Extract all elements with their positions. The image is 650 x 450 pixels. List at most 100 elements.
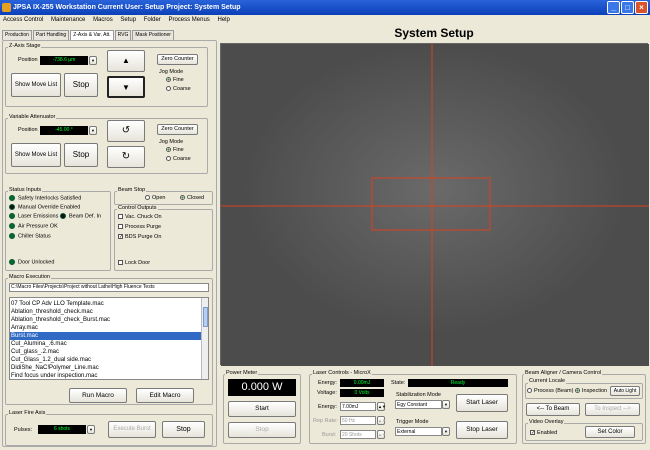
zaxis-units-dropdown[interactable]: ▼ bbox=[89, 56, 97, 65]
pulses-display[interactable]: 6 shots bbox=[38, 425, 86, 434]
macro-list-item[interactable]: Cut_glass_.2.mac bbox=[10, 348, 202, 356]
rep-rate-stepper[interactable]: ▲▼ bbox=[377, 416, 386, 425]
lock-door-toggle[interactable]: Lock Door bbox=[118, 260, 150, 266]
process-purge-checkbox[interactable] bbox=[118, 224, 123, 230]
zaxis-zero-counter-button[interactable]: Zero Counter bbox=[157, 54, 198, 65]
beam-stop-open[interactable]: Open bbox=[145, 195, 165, 201]
macro-list-item[interactable]: Burst.mac bbox=[10, 332, 202, 340]
overlay-enabled-toggle[interactable]: ✓ Enabled bbox=[530, 430, 557, 436]
auto-light-button[interactable]: Auto Light bbox=[610, 386, 640, 396]
zaxis-jog-fine[interactable]: Fine bbox=[166, 77, 184, 83]
macro-list-item[interactable]: Array.mac bbox=[10, 324, 202, 332]
page-title: System Setup bbox=[394, 26, 474, 40]
close-button[interactable]: × bbox=[635, 1, 648, 14]
stop-laser-button[interactable]: Stop Laser bbox=[456, 421, 508, 439]
beam-stop-closed-radio[interactable] bbox=[180, 195, 185, 201]
minimize-button[interactable]: _ bbox=[607, 1, 620, 14]
run-macro-button[interactable]: Run Macro bbox=[69, 388, 127, 403]
locale-process[interactable]: Process (Beam) bbox=[527, 388, 573, 394]
energy-set-input[interactable]: 7.00mJ bbox=[340, 402, 376, 411]
energy-set-label: Energy: bbox=[318, 404, 337, 410]
attenuator-rotate-ccw-button[interactable]: ↺ bbox=[107, 120, 145, 142]
macro-list-item[interactable]: 07 Tool CP Adv LLO Template.mac bbox=[10, 300, 202, 308]
attenuator-jog-fine[interactable]: Fine bbox=[166, 147, 184, 153]
power-meter-start-button[interactable]: Start bbox=[228, 401, 296, 417]
process-purge-toggle[interactable]: Process Purge bbox=[118, 224, 161, 230]
zaxis-show-move-list-button[interactable]: Show Move List bbox=[11, 73, 61, 97]
menu-process-menus[interactable]: Process Menus bbox=[168, 17, 209, 23]
zaxis-stop-button[interactable]: Stop bbox=[64, 73, 98, 97]
beam-stop-closed[interactable]: Closed bbox=[180, 195, 204, 201]
to-inspect-button[interactable]: To Inspect --> bbox=[585, 403, 640, 416]
state-label: State: bbox=[391, 380, 406, 386]
menu-maintenance[interactable]: Maintenance bbox=[51, 17, 85, 23]
macro-list-item[interactable]: Ablation_threshold_check.mac bbox=[10, 308, 202, 316]
trigger-mode-dropdown[interactable]: ▼ bbox=[442, 427, 450, 436]
zaxis-fine-radio[interactable] bbox=[166, 77, 171, 83]
attenuator-show-move-list-button[interactable]: Show Move List bbox=[11, 143, 61, 167]
attenuator-jog-coarse[interactable]: Coarse bbox=[166, 156, 191, 162]
menu-macros[interactable]: Macros bbox=[93, 17, 113, 23]
to-beam-button[interactable]: <-- To Beam bbox=[526, 403, 580, 416]
energy-set-stepper[interactable]: ▲▼ bbox=[377, 402, 386, 411]
zaxis-jog-coarse[interactable]: Coarse bbox=[166, 86, 191, 92]
stab-mode-dropdown[interactable]: ▼ bbox=[442, 400, 450, 409]
burst-input[interactable]: 20 Shots bbox=[340, 430, 376, 439]
pulses-dropdown[interactable]: ▼ bbox=[87, 425, 95, 434]
vac-chuck-toggle[interactable]: Vac. Chuck On bbox=[118, 214, 162, 220]
tab-zaxis-var-att[interactable]: Z-Axis & Var. Att. bbox=[70, 30, 114, 40]
beam-stop-open-radio[interactable] bbox=[145, 195, 150, 201]
app-icon bbox=[2, 3, 11, 12]
status-air-label: Air Pressure OK bbox=[18, 223, 58, 230]
macro-path-field[interactable]: C:\Macro Files\Projects\Project without … bbox=[9, 283, 209, 292]
attenuator-coarse-radio[interactable] bbox=[166, 156, 171, 162]
locale-inspection-radio[interactable] bbox=[575, 388, 580, 394]
locale-inspection[interactable]: Inspection bbox=[575, 388, 607, 394]
tab-mask-positioner[interactable]: Mask Positioner bbox=[132, 30, 174, 40]
locale-process-radio[interactable] bbox=[527, 388, 532, 394]
burst-stepper[interactable]: ▲▼ bbox=[377, 430, 386, 439]
maximize-button[interactable]: □ bbox=[621, 1, 634, 14]
burst-label: Burst: bbox=[322, 432, 337, 438]
macro-list[interactable]: 07 Tool CP Adv LLO Template.mac Ablation_… bbox=[9, 297, 209, 380]
set-color-button[interactable]: Set Color bbox=[585, 426, 635, 438]
menu-access-control[interactable]: Access Control bbox=[3, 17, 43, 23]
zaxis-coarse-radio[interactable] bbox=[166, 86, 171, 92]
macro-list-item[interactable]: DidiShe_NaC!Polymer_Line.mac bbox=[10, 364, 202, 372]
overlay-enabled-checkbox[interactable]: ✓ bbox=[530, 430, 535, 436]
menu-help[interactable]: Help bbox=[217, 17, 229, 23]
macro-list-item[interactable]: Cut_Glass_1.2_dual side.mac bbox=[10, 356, 202, 364]
bds-purge-toggle[interactable]: ✓ BDS Purge On bbox=[118, 234, 161, 240]
macro-list-item[interactable]: Find focus under inspection.mac bbox=[10, 372, 202, 379]
tab-rvg[interactable]: RVG bbox=[114, 30, 132, 40]
trigger-mode-select[interactable]: External bbox=[395, 427, 442, 436]
lock-door-checkbox[interactable] bbox=[118, 260, 123, 266]
bds-purge-checkbox[interactable]: ✓ bbox=[118, 234, 123, 240]
attenuator-stop-button[interactable]: Stop bbox=[64, 143, 98, 167]
attenuator-units-dropdown[interactable]: ▼ bbox=[89, 126, 97, 135]
vac-chuck-checkbox[interactable] bbox=[118, 214, 123, 220]
attenuator-fine-radio[interactable] bbox=[166, 147, 171, 153]
macro-list-item[interactable]: Ablation_threshold_check_Burst.mac bbox=[10, 316, 202, 324]
window-title: JPSA IX-255 Workstation Current User: Se… bbox=[13, 4, 241, 11]
zaxis-down-button[interactable]: ▼ bbox=[107, 76, 145, 98]
tab-part-handling[interactable]: Part Handling bbox=[32, 30, 70, 40]
laser-fire-stop-button[interactable]: Stop bbox=[162, 421, 205, 438]
attenuator-rotate-cw-button[interactable]: ↻ bbox=[107, 146, 145, 168]
edit-macro-button[interactable]: Edit Macro bbox=[136, 388, 194, 403]
menu-folder[interactable]: Folder bbox=[144, 17, 161, 23]
attenuator-zero-counter-button[interactable]: Zero Counter bbox=[157, 124, 198, 135]
stab-mode-select[interactable]: Egy Constant bbox=[395, 400, 442, 409]
locale-process-label: Process (Beam) bbox=[534, 388, 574, 394]
macro-list-scroll-thumb[interactable] bbox=[203, 307, 208, 327]
tab-production[interactable]: Production bbox=[2, 30, 32, 40]
power-meter-stop-button[interactable]: Stop bbox=[228, 422, 296, 438]
zaxis-up-button[interactable]: ▲ bbox=[107, 50, 145, 72]
menu-setup[interactable]: Setup bbox=[120, 17, 136, 23]
camera-view[interactable] bbox=[220, 43, 649, 366]
rep-rate-input[interactable]: 50 Hz bbox=[340, 416, 376, 425]
macro-list-item[interactable]: Cut_Alumina_.6.mac bbox=[10, 340, 202, 348]
start-laser-button[interactable]: Start Laser bbox=[456, 394, 508, 412]
execute-burst-button[interactable]: Execute Burst bbox=[108, 421, 156, 438]
macro-list-scrollbar[interactable] bbox=[201, 298, 208, 379]
